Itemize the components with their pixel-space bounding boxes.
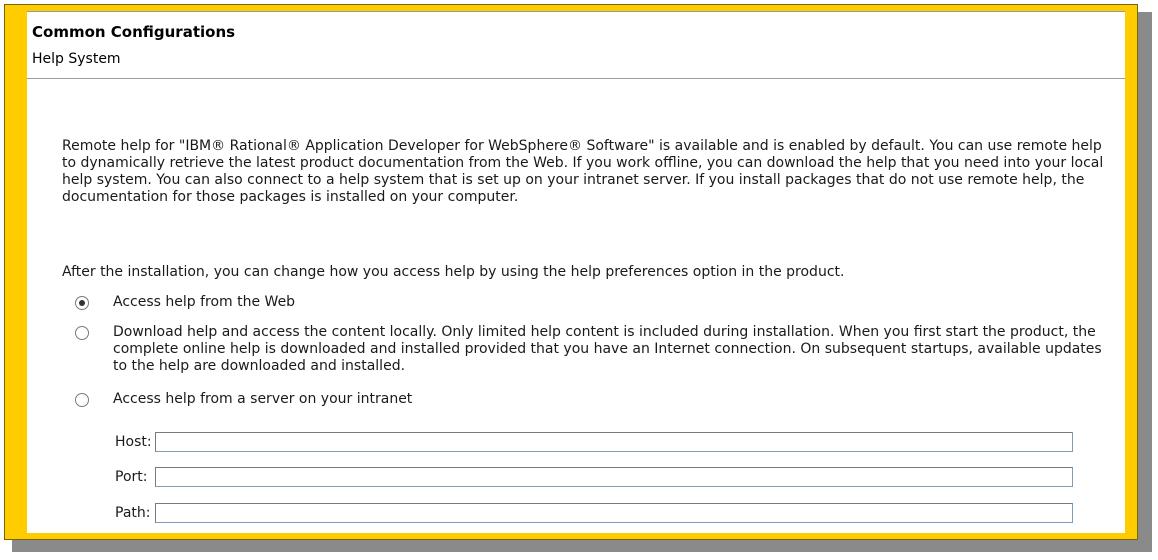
page-subtitle: Help System	[32, 51, 121, 67]
option-intranet-label[interactable]: Access help from a server on your intran…	[113, 391, 1103, 408]
port-input[interactable]	[155, 467, 1073, 487]
highlight-frame: Common Configurations Help System Remote…	[4, 4, 1138, 540]
intro-paragraph: Remote help for "IBM® Rational® Applicat…	[62, 138, 1104, 205]
host-input[interactable]	[155, 432, 1073, 452]
radio-intranet[interactable]	[75, 393, 89, 407]
after-install-note: After the installation, you can change h…	[62, 264, 845, 280]
option-local[interactable]: Download help and access the content loc…	[75, 324, 1103, 375]
help-system-panel: Common Configurations Help System Remote…	[27, 11, 1125, 533]
option-web-label[interactable]: Access help from the Web	[113, 294, 1103, 311]
host-row: Host:	[115, 432, 1073, 452]
host-label: Host:	[115, 434, 152, 450]
port-row: Port:	[115, 467, 1073, 487]
option-intranet[interactable]: Access help from a server on your intran…	[75, 391, 1103, 408]
page-title: Common Configurations	[32, 23, 236, 41]
path-label: Path:	[115, 505, 151, 521]
path-input[interactable]	[155, 503, 1073, 523]
path-row: Path:	[115, 503, 1073, 523]
radio-local[interactable]	[75, 326, 89, 340]
radio-web[interactable]	[75, 296, 89, 310]
panel-header: Common Configurations Help System	[27, 12, 1125, 79]
port-label: Port:	[115, 469, 148, 485]
option-local-label[interactable]: Download help and access the content loc…	[113, 324, 1103, 375]
option-web[interactable]: Access help from the Web	[75, 294, 1103, 311]
